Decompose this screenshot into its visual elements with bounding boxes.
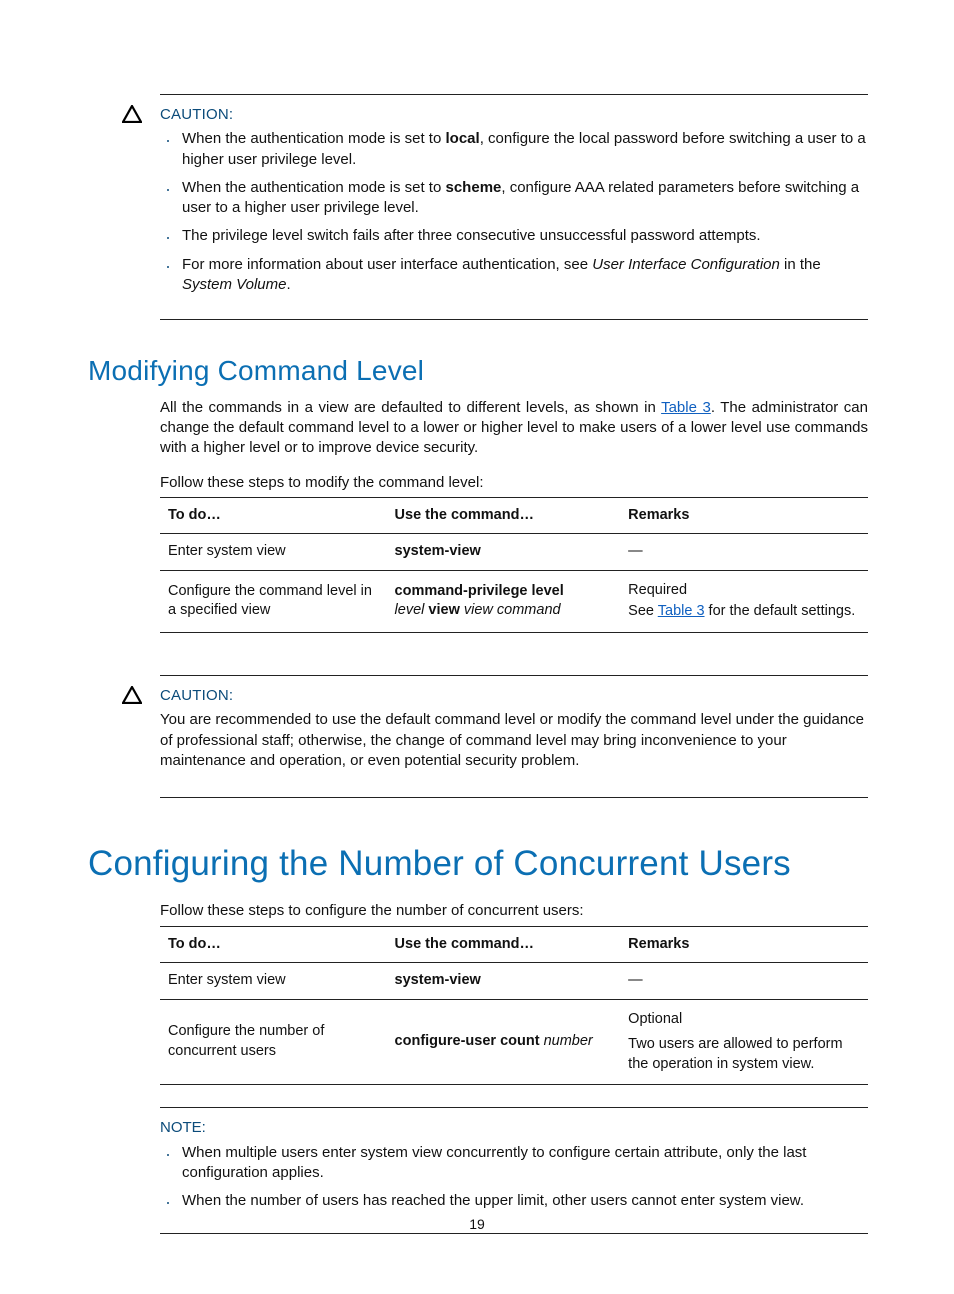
table-row: Enter system view system-view — bbox=[160, 534, 868, 571]
caution-triangle-icon bbox=[122, 686, 142, 704]
text: See Table 3 for the default settings. bbox=[628, 602, 860, 622]
td: Required See Table 3 for the default set… bbox=[620, 570, 868, 632]
caution-1-list: When the authentication mode is set to l… bbox=[160, 129, 868, 295]
caution-1-item: For more information about user interfac… bbox=[178, 255, 868, 296]
th-remarks: Remarks bbox=[620, 497, 868, 534]
note-item: When the number of users has reached the… bbox=[178, 1191, 868, 1211]
text-bold: scheme bbox=[446, 179, 502, 196]
td: Configure the command level in a specifi… bbox=[160, 570, 387, 632]
heading-modifying-command-level: Modifying Command Level bbox=[88, 352, 868, 390]
caution-1-item: The privilege level switch fails after t… bbox=[178, 226, 868, 246]
text-italic: User Interface Configuration bbox=[592, 256, 780, 273]
th-command: Use the command… bbox=[387, 926, 621, 963]
td: — bbox=[620, 963, 868, 1000]
link-table-3[interactable]: Table 3 bbox=[661, 399, 711, 416]
text-bold: local bbox=[446, 130, 480, 147]
text: for the default settings. bbox=[705, 603, 856, 619]
table-row: Configure the number of concurrent users… bbox=[160, 999, 868, 1085]
th-command: Use the command… bbox=[387, 497, 621, 534]
table-concurrent-users: To do… Use the command… Remarks Enter sy… bbox=[160, 926, 868, 1086]
text-italic: view command bbox=[464, 602, 561, 618]
td: Enter system view bbox=[160, 534, 387, 571]
caution-header: CAUTION: bbox=[160, 105, 868, 125]
text: All the commands in a view are defaulted… bbox=[160, 399, 661, 416]
note-list: When multiple users enter system view co… bbox=[160, 1143, 868, 1212]
note-item: When multiple users enter system view co… bbox=[178, 1143, 868, 1184]
text-italic: number bbox=[544, 1033, 593, 1049]
td: command-privilege level level view view … bbox=[387, 570, 621, 632]
td: system-view bbox=[387, 963, 621, 1000]
text: For more information about user interfac… bbox=[182, 256, 592, 273]
text-bold: view bbox=[428, 602, 459, 618]
text: When the authentication mode is set to bbox=[182, 179, 446, 196]
table-header-row: To do… Use the command… Remarks bbox=[160, 926, 868, 963]
paragraph: All the commands in a view are defaulted… bbox=[160, 398, 868, 459]
text-bold: system-view bbox=[395, 972, 481, 988]
td: Optional Two users are allowed to perfor… bbox=[620, 999, 868, 1085]
td: — bbox=[620, 534, 868, 571]
link-table-3[interactable]: Table 3 bbox=[658, 603, 705, 619]
td: configure-user count number bbox=[387, 999, 621, 1085]
table-modify-command-level: To do… Use the command… Remarks Enter sy… bbox=[160, 497, 868, 633]
td: Enter system view bbox=[160, 963, 387, 1000]
caution-header: CAUTION: bbox=[160, 686, 868, 706]
text-italic: level bbox=[395, 602, 425, 618]
caution-label: CAUTION: bbox=[160, 687, 233, 704]
text-bold: configure-user count bbox=[395, 1033, 540, 1049]
text-bold: command-privilege level bbox=[395, 583, 564, 599]
text: The privilege level switch fails after t… bbox=[182, 227, 761, 244]
table-row: Enter system view system-view — bbox=[160, 963, 868, 1000]
th-todo: To do… bbox=[160, 497, 387, 534]
caution-1-item: When the authentication mode is set to s… bbox=[178, 178, 868, 219]
heading-configuring-concurrent-users: Configuring the Number of Concurrent Use… bbox=[88, 840, 868, 887]
th-todo: To do… bbox=[160, 926, 387, 963]
text: in the bbox=[780, 256, 821, 273]
th-remarks: Remarks bbox=[620, 926, 868, 963]
text-italic: System Volume bbox=[182, 276, 286, 293]
caution-label: CAUTION: bbox=[160, 106, 233, 123]
caution-1-item: When the authentication mode is set to l… bbox=[178, 129, 868, 170]
note-label: NOTE: bbox=[160, 1118, 868, 1138]
text-bold: system-view bbox=[395, 543, 481, 559]
text: Two users are allowed to perform the ope… bbox=[628, 1035, 860, 1074]
steps-intro: Follow these steps to modify the command… bbox=[160, 473, 868, 493]
td: Configure the number of concurrent users bbox=[160, 999, 387, 1085]
page-number: 19 bbox=[0, 1215, 954, 1234]
text: When the authentication mode is set to bbox=[182, 130, 446, 147]
steps-intro: Follow these steps to configure the numb… bbox=[160, 901, 868, 921]
text: Optional bbox=[628, 1010, 860, 1030]
table-header-row: To do… Use the command… Remarks bbox=[160, 497, 868, 534]
text: Required bbox=[628, 581, 860, 601]
caution-triangle-icon bbox=[122, 105, 142, 123]
td: system-view bbox=[387, 534, 621, 571]
caution-block-1: CAUTION: When the authentication mode is… bbox=[160, 94, 868, 320]
caution-block-2: CAUTION: You are recommended to use the … bbox=[160, 675, 868, 798]
caution-2-body: You are recommended to use the default c… bbox=[160, 710, 868, 771]
table-row: Configure the command level in a specifi… bbox=[160, 570, 868, 632]
text: . bbox=[286, 276, 290, 293]
text: See bbox=[628, 603, 658, 619]
